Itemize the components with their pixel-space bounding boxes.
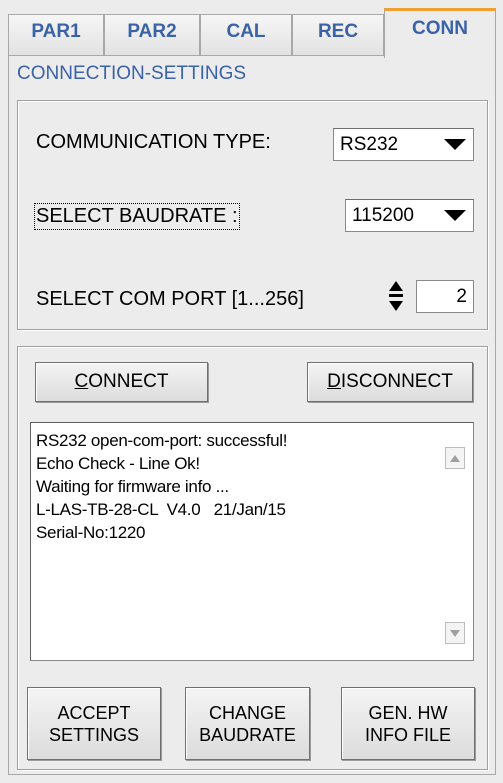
stepper-arrows-icon[interactable] — [386, 279, 406, 313]
baudrate-dropdown[interactable]: 115200 — [345, 199, 474, 232]
connect-button[interactable]: C ONNECT — [35, 362, 208, 402]
chevron-down-icon[interactable] — [437, 200, 473, 231]
chevron-down-icon[interactable] — [437, 129, 473, 160]
tab-label: PAR1 — [31, 21, 81, 42]
log-line: RS232 open-com-port: successful! — [36, 431, 288, 450]
tab-label: REC — [317, 21, 359, 42]
scroll-up-button[interactable] — [445, 447, 465, 469]
log-line: L-LAS-TB-28-CL V4.0 21/Jan/15 — [36, 500, 286, 519]
communication-type-dropdown[interactable]: RS232 — [333, 128, 474, 161]
accept-settings-button[interactable]: ACCEPT SETTINGS — [27, 687, 161, 760]
com-port-label: SELECT COM PORT [1...256] — [36, 288, 304, 310]
connect-mnemonic: C — [74, 371, 89, 392]
tab-bar: PAR1 PAR2 CAL REC CONN — [0, 0, 503, 58]
tab-label: CAL — [226, 21, 266, 42]
chevron-down-icon — [450, 629, 460, 637]
communication-type-label: COMMUNICATION TYPE: — [36, 131, 271, 153]
tab-rec[interactable]: REC — [292, 14, 384, 55]
log-line: Echo Check - Line Ok! — [36, 454, 200, 473]
gen-hw-info-file-button[interactable]: GEN. HW INFO FILE — [341, 687, 475, 760]
tab-par2[interactable]: PAR2 — [104, 14, 200, 55]
baudrate-value: 115200 — [352, 204, 414, 226]
change-baudrate-label-2: BAUDRATE — [199, 724, 296, 745]
connection-panel: PAR1 PAR2 CAL REC CONN CONNECTION-SETTIN… — [0, 0, 503, 783]
log-line: Serial-No:1220 — [36, 523, 146, 542]
disconnect-button[interactable]: D ISCONNECT — [307, 362, 473, 402]
disconnect-button-label: ISCONNECT — [340, 371, 453, 392]
accept-settings-label-2: SETTINGS — [48, 724, 139, 745]
connect-button-label: ONNECT — [88, 371, 169, 392]
accept-settings-label-1: ACCEPT — [57, 702, 131, 723]
scroll-down-button[interactable] — [445, 622, 465, 644]
section-title: CONNECTION-SETTINGS — [17, 63, 247, 84]
disconnect-mnemonic: D — [327, 371, 341, 392]
log-lines: RS232 open-com-port: successful! Echo Ch… — [36, 429, 287, 544]
baudrate-label: SELECT BAUDRATE : — [34, 203, 240, 230]
communication-type-value: RS232 — [340, 133, 399, 155]
tab-label: PAR2 — [127, 21, 177, 42]
tab-conn[interactable]: CONN — [384, 8, 496, 58]
com-port-field[interactable]: 2 — [416, 280, 474, 313]
tab-par1[interactable]: PAR1 — [8, 14, 104, 55]
com-port-stepper[interactable] — [386, 279, 406, 313]
tab-label: CONN — [412, 18, 468, 39]
log-line: Waiting for firmware info ... — [36, 477, 229, 496]
chevron-up-icon — [450, 454, 460, 462]
tab-cal[interactable]: CAL — [200, 14, 292, 55]
change-baudrate-button[interactable]: CHANGE BAUDRATE — [185, 687, 310, 760]
status-log[interactable]: RS232 open-com-port: successful! Echo Ch… — [30, 422, 474, 661]
gen-hw-info-label-1: GEN. HW — [368, 702, 448, 723]
change-baudrate-label-1: CHANGE — [208, 702, 286, 723]
gen-hw-info-label-2: INFO FILE — [364, 724, 451, 745]
